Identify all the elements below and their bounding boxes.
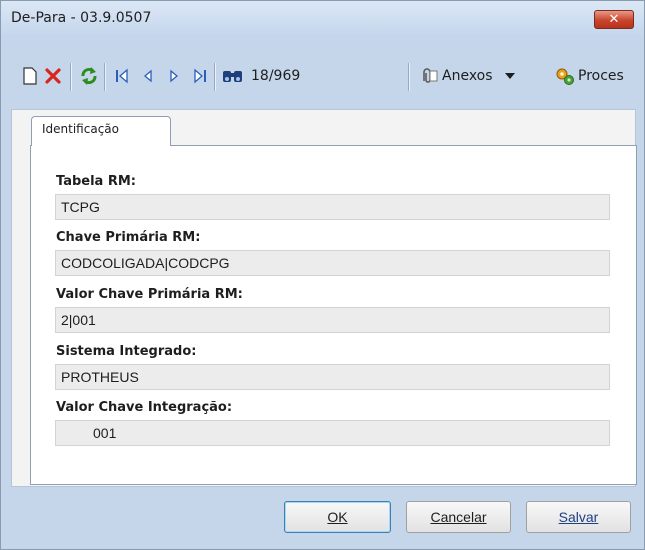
save-label: Salvar [558,509,599,525]
save-button[interactable]: Salvar [526,501,631,533]
anexos-menu[interactable]: Anexos [418,53,516,99]
cancel-button[interactable]: Cancelar [406,501,511,533]
chave-primaria-rm-field[interactable]: CODCOLIGADA|CODCPG [55,250,610,276]
new-record-button[interactable] [23,53,37,99]
binoculars-icon [223,71,242,82]
dropdown-arrow-icon [504,73,515,79]
ok-button[interactable]: OK [284,501,391,533]
valor-chave-integracao-field[interactable]: 001 [55,420,610,446]
sistema-integrado-label: Sistema Integrado: [56,344,197,359]
close-button[interactable]: ✕ [594,10,634,29]
chave-primaria-rm-label: Chave Primária RM: [56,230,201,245]
delete-button[interactable] [44,53,62,99]
find-record-button[interactable] [222,53,244,99]
new-record-icon [23,67,37,85]
process-label: Proces [578,68,624,84]
cancel-label: Cancelar [430,509,487,525]
tab-identificacao[interactable]: Identificação [31,116,171,146]
anexos-label: Anexos [442,68,493,84]
previous-record-icon [143,69,152,83]
process-gears-icon [556,68,574,85]
record-position: 18/969 [251,68,301,84]
next-record-icon [170,69,179,83]
dialog-window: De-Para - 03.9.0507 ✕ 18/969 Anexos Proc… [0,0,645,550]
ok-label: OK [327,509,348,525]
toolbar: 18/969 Anexos Proces [1,53,644,99]
last-record-button[interactable] [193,53,207,99]
window-title: De-Para - 03.9.0507 [11,10,152,26]
valor-chave-primaria-rm-field[interactable]: 2|001 [55,307,610,333]
tab-label: Identificação [42,122,119,136]
title-bar[interactable]: De-Para - 03.9.0507 ✕ [1,1,644,37]
paperclip-icon [423,68,438,83]
last-record-icon [194,68,206,84]
tabela-rm-label: Tabela RM: [56,174,136,189]
next-record-button[interactable] [169,53,179,99]
tabela-rm-field[interactable]: TCPG [55,194,610,220]
sistema-integrado-field[interactable]: PROTHEUS [55,364,610,390]
first-record-button[interactable] [115,53,129,99]
first-record-icon [116,68,128,84]
valor-chave-integracao-label: Valor Chave Integração: [56,400,233,415]
refresh-button[interactable] [79,53,99,99]
valor-chave-primaria-rm-label: Valor Chave Primária RM: [56,287,243,302]
previous-record-button[interactable] [143,53,153,99]
delete-icon [45,68,61,84]
process-menu[interactable]: Proces [554,53,624,99]
refresh-icon [81,67,97,85]
